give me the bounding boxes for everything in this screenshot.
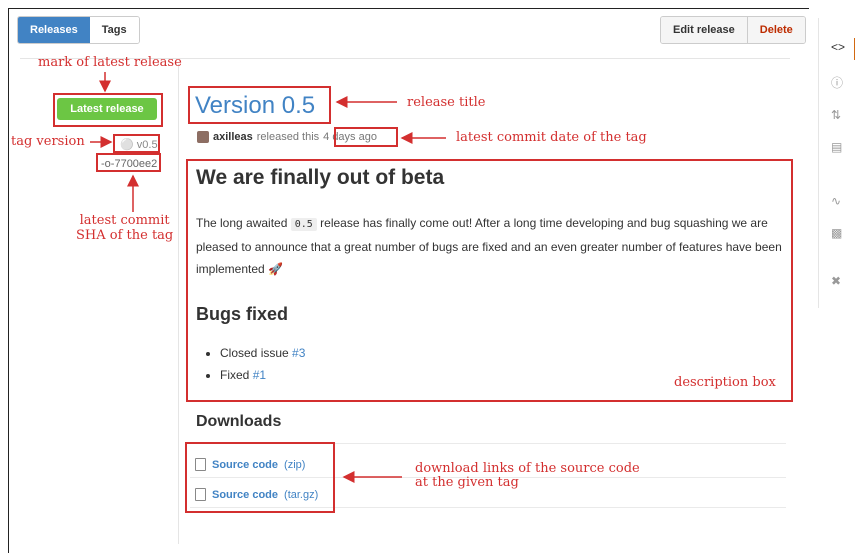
annotation-arrows xyxy=(90,72,446,483)
